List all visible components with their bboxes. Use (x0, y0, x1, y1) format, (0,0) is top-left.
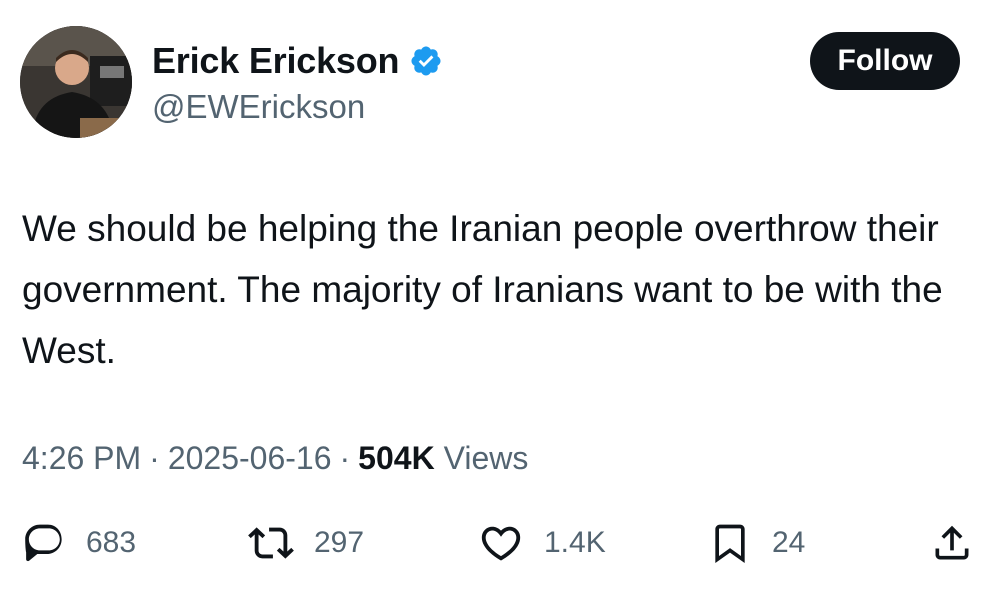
meta-separator: · (149, 440, 160, 476)
views-label: Views (443, 440, 529, 476)
like-button[interactable]: 1.4K (478, 515, 606, 571)
repost-button[interactable]: 297 (248, 515, 364, 571)
share-button[interactable] (930, 515, 974, 571)
avatar[interactable] (20, 26, 132, 138)
tweet-meta: 4:26 PM · 2025-06-16 · 504K Views (22, 440, 528, 477)
verified-badge-icon (409, 44, 443, 78)
tweet-card: Erick Erickson @EWErickson Follow We sho… (0, 0, 1000, 608)
views-count: 504K (358, 440, 435, 476)
bookmark-button[interactable]: 24 (708, 515, 805, 571)
avatar-photo (20, 26, 132, 138)
follow-button[interactable]: Follow (810, 32, 960, 90)
like-count: 1.4K (544, 526, 606, 559)
tweet-text: We should be helping the Iranian people … (22, 208, 943, 371)
bookmark-count: 24 (772, 526, 806, 559)
reply-count: 683 (86, 526, 137, 559)
action-bar: 683 297 1.4K 24 (0, 515, 1000, 571)
display-name[interactable]: Erick Erickson (152, 40, 400, 82)
tweet-time[interactable]: 4:26 PM (22, 440, 141, 476)
tweet-date[interactable]: 2025-06-16 (168, 440, 332, 476)
share-icon (930, 521, 974, 565)
name-row: Erick Erickson (152, 40, 443, 82)
user-handle[interactable]: @EWErickson (152, 88, 365, 126)
bookmark-icon (708, 521, 752, 565)
meta-separator: · (339, 440, 351, 476)
reply-button[interactable]: 683 (22, 515, 136, 571)
repost-count: 297 (314, 526, 365, 559)
repost-icon (248, 520, 294, 566)
like-icon (478, 520, 524, 566)
reply-icon (22, 521, 66, 565)
